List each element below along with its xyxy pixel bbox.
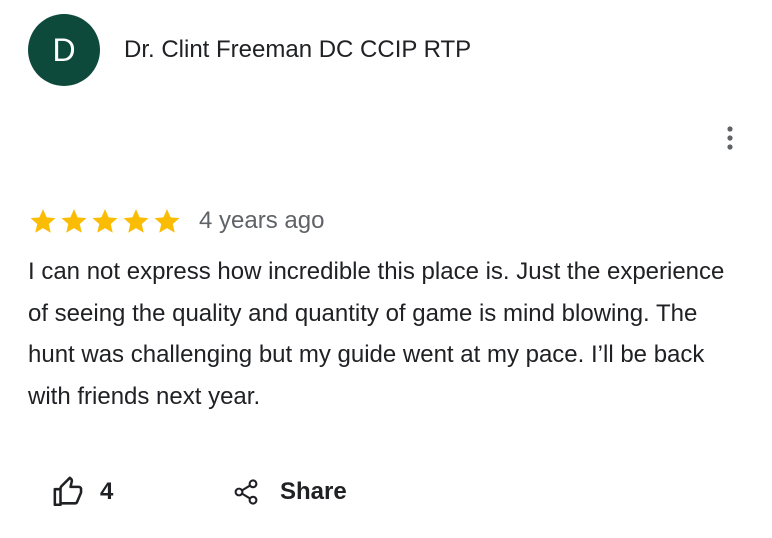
like-count: 4 [100,478,114,505]
share-label: Share [280,478,347,505]
review-text: I can not express how incredible this pl… [28,258,725,410]
share-icon [234,479,258,505]
star-icon [92,209,118,233]
star-icon [61,209,87,233]
star-icon [30,209,56,233]
star-icon [123,209,149,233]
author-initial: D [52,32,76,68]
share-button[interactable]: Share [232,472,347,512]
review-date: 4 years ago [199,207,325,234]
more-vert-icon [727,126,733,150]
rating-row: 4 years ago [28,204,324,238]
author-avatar[interactable]: D [28,14,100,86]
more-options-button[interactable] [714,118,746,158]
author-name[interactable]: Dr. Clint Freeman DC CCIP RTP [124,36,471,64]
like-button[interactable]: 4 [52,472,113,512]
star-icon [154,209,180,233]
thumb-up-icon [53,476,83,507]
star-rating [28,206,183,236]
